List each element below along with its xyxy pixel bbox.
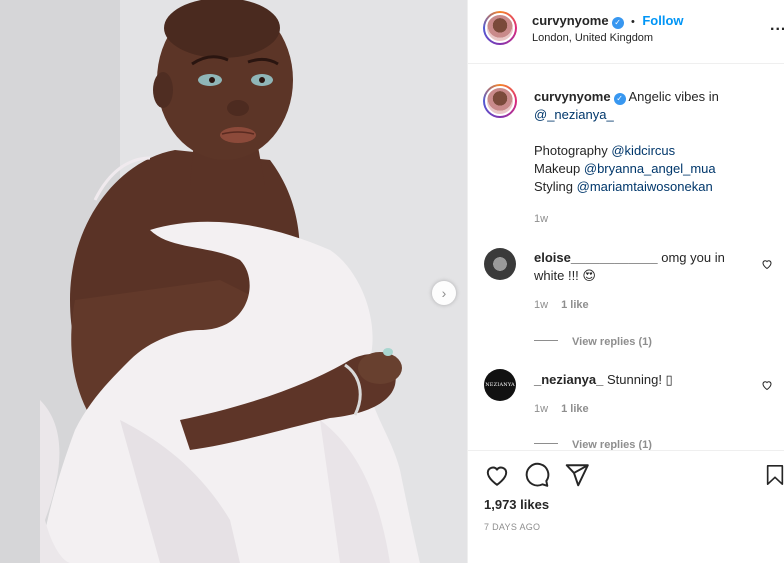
caption-username[interactable]: curvynyome xyxy=(534,89,611,104)
post-location[interactable]: London, United Kingdom xyxy=(532,32,653,44)
comment-avatar[interactable]: NEZIANYA xyxy=(484,369,516,401)
share-icon[interactable] xyxy=(564,462,590,488)
heart-icon[interactable] xyxy=(484,462,510,488)
post-header: curvynyome ✓ • Follow London, United King… xyxy=(468,0,784,64)
view-replies-button[interactable]: View replies (1) xyxy=(534,435,652,450)
view-replies-label: View replies (1) xyxy=(572,439,652,450)
verified-badge-icon: ✓ xyxy=(613,93,626,105)
caption-age: 1w xyxy=(534,213,549,225)
comment-body: white !!! 😍 xyxy=(534,268,596,283)
comment-text: _nezianya_ Stunning! ▯ xyxy=(534,371,749,389)
photo-illustration xyxy=(0,0,467,563)
verified-badge-icon: ✓ xyxy=(611,17,624,29)
comment-body: Stunning! ▯ xyxy=(607,372,673,387)
comment-age: 1w xyxy=(534,403,549,415)
comment-username[interactable]: _nezianya_ xyxy=(534,372,603,387)
comment-text: eloise____________ omg you in white !!! … xyxy=(534,249,749,285)
comment-username[interactable]: eloise____________ xyxy=(534,250,658,265)
like-comment-heart-icon[interactable] xyxy=(761,379,773,391)
next-photo-button[interactable]: › xyxy=(432,281,456,305)
bookmark-icon[interactable] xyxy=(764,462,784,488)
author-avatar[interactable] xyxy=(483,11,517,45)
follow-button[interactable]: Follow xyxy=(642,13,683,28)
likes-count[interactable]: 1,973 likes xyxy=(484,497,549,512)
mention-link[interactable]: @kidcircus xyxy=(611,143,675,158)
avatar-logo-text: NEZIANYA xyxy=(485,382,515,388)
like-comment-heart-icon[interactable] xyxy=(761,258,773,270)
post-date[interactable]: 7 DAYS AGO xyxy=(484,522,540,532)
chevron-right-icon: › xyxy=(441,285,447,301)
post-photo[interactable]: › xyxy=(0,0,467,563)
credit-label: Styling xyxy=(534,179,574,194)
separator-dot: • xyxy=(631,16,635,28)
view-replies-button[interactable]: View replies (1) xyxy=(534,332,652,350)
comment-meta: 1w 1 like xyxy=(534,403,589,415)
post-detail-panel: curvynyome ✓ • Follow London, United King… xyxy=(467,0,784,563)
comment-avatar[interactable] xyxy=(484,248,516,280)
view-replies-label: View replies (1) xyxy=(572,336,652,348)
mention-link[interactable]: @mariamtaiwosonekan xyxy=(577,179,713,194)
mention-link[interactable]: @_nezianya_ xyxy=(534,107,614,122)
author-username[interactable]: curvynyome xyxy=(532,13,609,28)
credit-label: Makeup xyxy=(534,161,581,176)
credit-label: Photography xyxy=(534,143,608,158)
post-actions: 1,973 likes 7 DAYS AGO xyxy=(468,450,784,563)
comment-meta: 1w 1 like xyxy=(534,299,589,311)
comment-body: omg you in xyxy=(661,250,725,265)
more-icon[interactable]: ... xyxy=(770,17,784,35)
caption-text: curvynyome ✓ Angelic vibes in @_nezianya_… xyxy=(534,88,774,228)
caption-lead: Angelic vibes in xyxy=(628,89,719,104)
caption-avatar[interactable] xyxy=(483,84,517,118)
comment-icon[interactable] xyxy=(524,462,550,488)
comment-age: 1w xyxy=(534,299,549,311)
comment-likes[interactable]: 1 like xyxy=(561,299,589,311)
comment-likes[interactable]: 1 like xyxy=(561,403,589,415)
mention-link[interactable]: @bryanna_angel_mua xyxy=(584,161,716,176)
comments-scroll-area[interactable]: curvynyome ✓ Angelic vibes in @_nezianya_… xyxy=(468,65,784,450)
